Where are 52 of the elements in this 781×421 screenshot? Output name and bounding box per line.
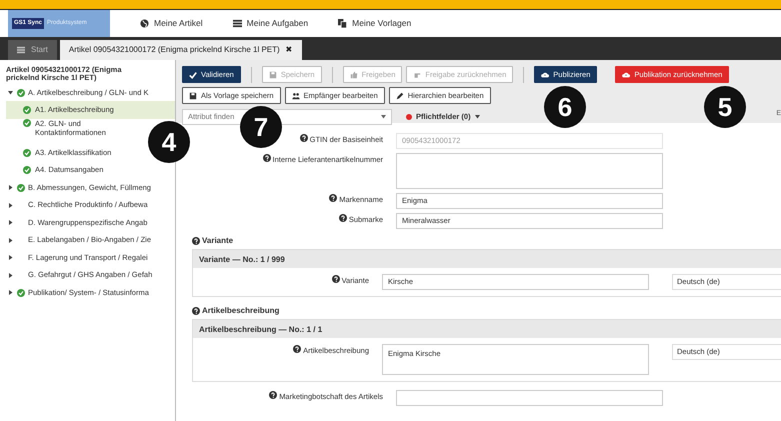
cloud-upload-icon <box>622 70 630 78</box>
pencil-icon <box>396 92 404 100</box>
help-icon <box>329 194 338 202</box>
dropdown-caret-icon <box>381 114 386 118</box>
check-circle-icon <box>17 288 25 296</box>
close-button[interactable]: ✖ <box>286 44 293 56</box>
help-icon <box>269 391 278 399</box>
check-circle-icon <box>23 106 31 114</box>
help-icon <box>262 154 271 162</box>
section-title: Artikelbeschreibung <box>192 305 781 317</box>
help-icon <box>338 214 347 222</box>
save-icon <box>189 92 197 100</box>
help-icon <box>300 134 308 142</box>
check-circle-icon <box>23 118 31 127</box>
help-icon <box>192 237 200 245</box>
help-icon <box>192 307 200 315</box>
nav-link[interactable]: Meine Vorlagen <box>338 17 412 30</box>
globe-icon <box>140 19 149 28</box>
nav-link[interactable]: Meine Artikel <box>140 17 203 30</box>
caret-right-icon <box>8 202 12 208</box>
copy-icon <box>338 19 348 28</box>
caret-right-icon <box>8 220 12 225</box>
caret-right-icon <box>8 185 12 190</box>
users-icon <box>292 92 300 100</box>
list-icon <box>232 19 242 28</box>
caret-right-icon <box>8 255 12 260</box>
tab[interactable]: Start <box>8 40 57 60</box>
thumbs-up-icon <box>350 70 358 78</box>
caret-down-icon <box>8 90 12 95</box>
caret-right-icon <box>8 290 12 295</box>
nav-link[interactable]: Meine Aufgaben <box>232 17 308 30</box>
check-icon <box>189 70 197 78</box>
check-circle-icon <box>17 184 25 192</box>
save-icon <box>268 70 277 78</box>
caret-right-icon <box>8 238 12 242</box>
help-icon <box>293 345 302 353</box>
section-title: Variante <box>192 235 781 247</box>
cloud-upload-icon <box>541 70 550 78</box>
panel-header: Variante — No.: 1 / 999 <box>193 250 781 268</box>
tab[interactable]: Artikel 09054321000172 (Enigma prickelnd Kirsche 1l PET) ✖ <box>60 40 302 60</box>
step-number-tooltip: 4 <box>148 121 190 163</box>
check-circle-icon <box>23 166 31 174</box>
caret-right-icon <box>8 272 12 278</box>
check-circle-icon <box>23 148 31 156</box>
caret-down-icon <box>474 114 480 119</box>
help-icon <box>332 275 340 283</box>
text-area[interactable] <box>396 153 663 189</box>
check-circle-icon <box>17 88 25 96</box>
panel-header: Artikelbeschreibung — No.: 1 / 1 <box>193 320 781 338</box>
input-field[interactable] <box>396 390 663 406</box>
menu-icon <box>17 46 25 54</box>
status-dot-icon <box>406 114 412 120</box>
